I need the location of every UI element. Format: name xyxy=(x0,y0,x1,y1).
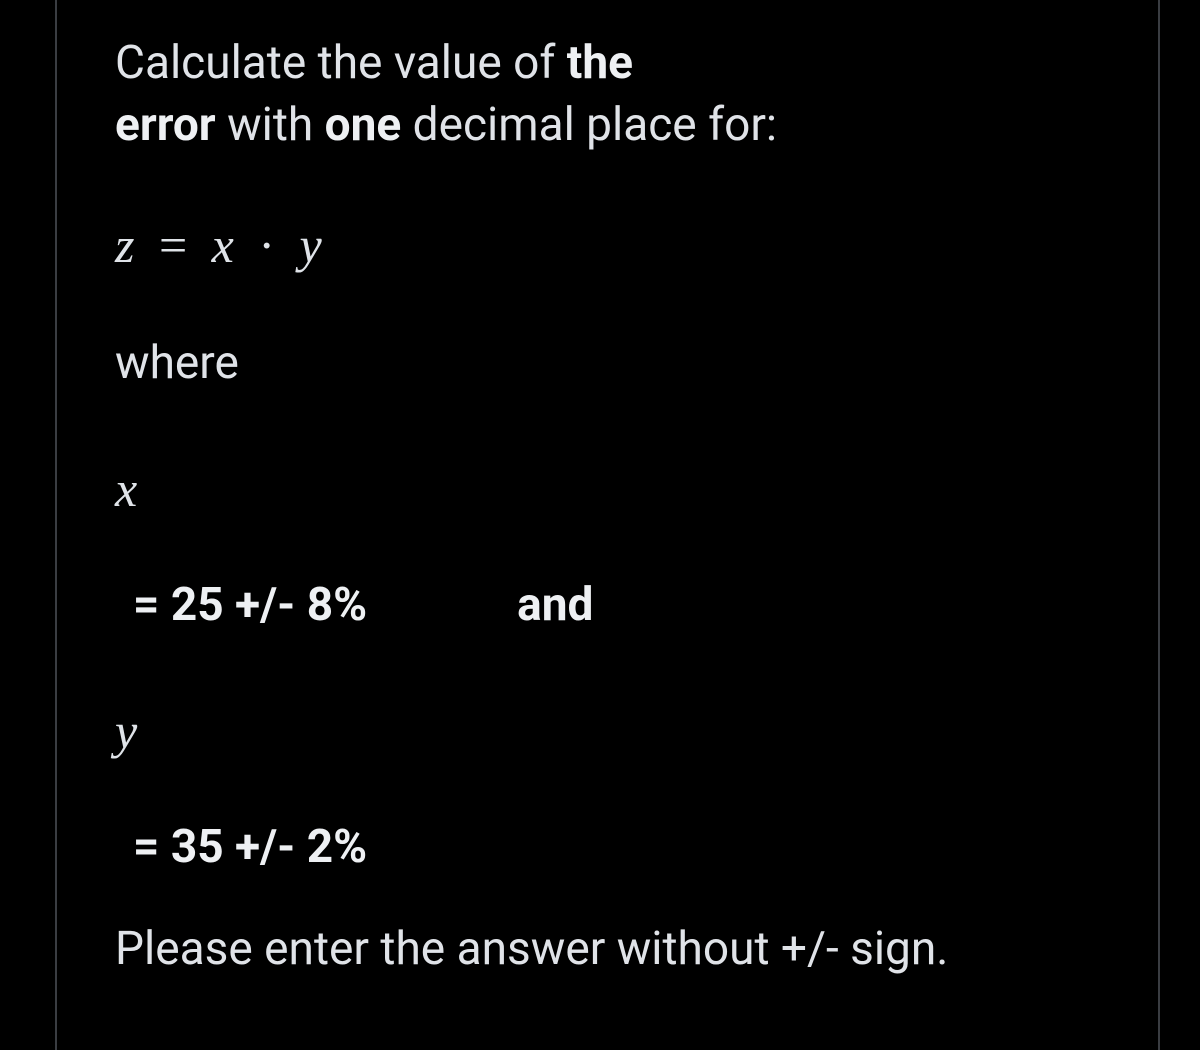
variable-x: x xyxy=(115,460,1115,518)
y-value: = 35 +/- 2% xyxy=(133,820,367,874)
dot-operator: · xyxy=(258,217,277,273)
y-value-row: = 35 +/- 2% xyxy=(115,820,1115,874)
prompt-line-1: Calculate the value of the xyxy=(115,32,1115,94)
prompt-text: Calculate the value of xyxy=(115,36,567,90)
prompt-text: with xyxy=(216,98,325,152)
prompt-bold-error: error xyxy=(115,98,216,152)
prompt-text: decimal place for: xyxy=(401,98,777,152)
and-label: and xyxy=(517,578,593,632)
prompt-bold-one: one xyxy=(325,98,402,152)
prompt-line-2: error with one decimal place for: xyxy=(115,94,1115,156)
where-label: where xyxy=(115,336,1115,390)
var-z: z xyxy=(115,217,136,273)
question-content: Calculate the value of the error with on… xyxy=(115,32,1115,976)
var-y: y xyxy=(300,217,324,273)
var-x: x xyxy=(212,217,236,273)
x-value-row: = 25 +/- 8% and xyxy=(115,578,1115,632)
instruction-note: Please enter the answer without +/- sign… xyxy=(115,922,1115,976)
equals-sign: = xyxy=(159,217,189,273)
variable-y: y xyxy=(115,702,1115,760)
equation-line: z = x · y xyxy=(115,216,1115,274)
prompt-bold-the: the xyxy=(567,36,633,90)
x-value: = 25 +/- 8% xyxy=(133,578,367,632)
